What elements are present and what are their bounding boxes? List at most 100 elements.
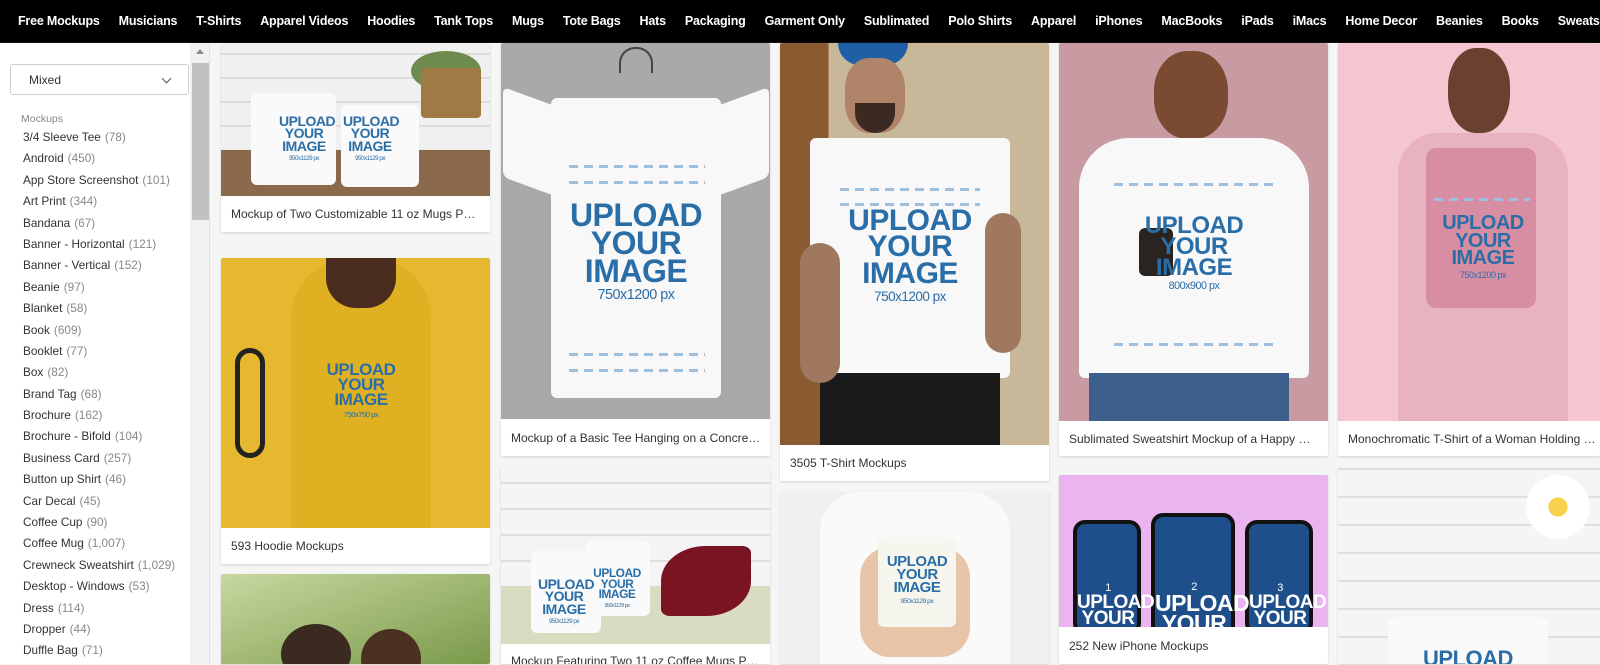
category-count: (114) (57, 600, 85, 615)
category-count: (82) (47, 365, 69, 380)
card-caption: Monochromatic T-Shirt of a Woman Holding… (1348, 432, 1596, 446)
category-item[interactable]: Banner - Vertical (152) (23, 258, 175, 279)
nav-item-packaging[interactable]: Packaging (685, 14, 746, 28)
nav-item-imacs[interactable]: iMacs (1293, 14, 1327, 28)
nav-item-mugs[interactable]: Mugs (512, 14, 544, 28)
upload-placeholder: UPLOAD YOUR IMAGE 950x1129 px (886, 553, 948, 605)
upload-placeholder: UPLOAD YOUR IMAGE 750x750 px (326, 360, 396, 419)
category-item[interactable]: Art Print (344) (23, 194, 175, 215)
category-item[interactable]: Crewneck Sweatshirt (1,029) (23, 558, 175, 579)
mockup-image: UPLOAD YOUR IMAGE 950x1129 px UPLOAD YOUR IMA… (501, 466, 770, 644)
section-label: Mockups (21, 113, 64, 125)
category-count: (162) (74, 408, 103, 423)
category-count: (71) (81, 643, 103, 658)
category-item[interactable]: App Store Screenshot (101) (23, 173, 175, 194)
sort-select[interactable]: Mixed (10, 64, 189, 95)
mockup-card[interactable]: UPLOAD YOUR IMAGE 950x1129 px UPLOAD YOUR IMA… (501, 466, 770, 664)
nav-item-apparel[interactable]: Apparel (1031, 14, 1076, 28)
category-label: Android (23, 151, 64, 166)
nav-item-t-shirts[interactable]: T-Shirts (196, 14, 241, 28)
nav-item-garment-only[interactable]: Garment Only (765, 14, 845, 28)
mockup-card[interactable]: 1 UPLOAD YOUR 2 UPLOAD YOUR 3 UPLOAD YOUR 252 … (1059, 475, 1328, 664)
category-item[interactable]: Brand Tag (68) (23, 387, 175, 408)
category-label: Business Card (23, 450, 100, 465)
category-item[interactable]: Brochure - Bifold (104) (23, 429, 175, 450)
category-label: Brochure - Bifold (23, 429, 111, 444)
category-item[interactable]: Coffee Cup (90) (23, 515, 175, 536)
category-item[interactable]: Dropper (44) (23, 622, 175, 643)
upload-placeholder: UPLOAD YOUR IMAGE 750x1200 px (569, 197, 703, 304)
category-item[interactable]: Bandana (67) (23, 216, 175, 237)
nav-item-polo-shirts[interactable]: Polo Shirts (948, 14, 1012, 28)
category-label: Booklet (23, 343, 63, 358)
mockup-card[interactable]: UPLOAD YOUR IMAGE 750x750 px 593 Hoodie Moc… (221, 258, 490, 564)
category-item[interactable]: Book (609) (23, 323, 175, 344)
nav-item-iphones[interactable]: iPhones (1095, 14, 1142, 28)
category-item[interactable]: Business Card (257) (23, 451, 175, 472)
category-item[interactable]: Coffee Mug (1,007) (23, 536, 175, 557)
category-count: (90) (86, 515, 108, 530)
category-item[interactable]: 3/4 Sleeve Tee (78) (23, 130, 175, 151)
category-item[interactable]: Beanie (97) (23, 280, 175, 301)
scroll-up-arrow-icon[interactable] (196, 49, 204, 54)
category-item[interactable]: Blanket (58) (23, 301, 175, 322)
nav-item-free-mockups[interactable]: Free Mockups (18, 14, 100, 28)
category-item[interactable]: Button up Shirt (46) (23, 472, 175, 493)
mockup-card[interactable]: UPLOAD YOUR IMAGE 950x1129 px (780, 492, 1049, 664)
nav-item-hats[interactable]: Hats (640, 14, 666, 28)
category-label: Crewneck Sweatshirt (23, 557, 134, 572)
mockup-image: UPLOAD YOUR IMAGE 800x900 px (1059, 43, 1328, 421)
mockup-image (221, 574, 490, 664)
nav-item-apparel-videos[interactable]: Apparel Videos (260, 14, 348, 28)
card-caption: Mockup of a Basic Tee Hanging on a Concr… (511, 431, 761, 445)
category-list: 3/4 Sleeve Tee (78) Android (450) App Store … (23, 130, 175, 665)
sidebar-scroll-thumb[interactable] (192, 63, 209, 220)
mockup-card[interactable]: UPLOAD YOUR IMAGE 750x1200 px 3505 T-Shirt … (780, 43, 1049, 481)
category-label: 3/4 Sleeve Tee (23, 130, 101, 144)
mockup-card[interactable]: UPLOAD YOUR IMAGE 750x1200 px Monochromatic… (1338, 43, 1600, 456)
nav-item-ipads[interactable]: iPads (1241, 14, 1274, 28)
category-item[interactable]: Android (450) (23, 151, 175, 172)
category-label: Duffle Bag (23, 643, 78, 658)
nav-item-macbooks[interactable]: MacBooks (1161, 14, 1222, 28)
category-label: Box (23, 365, 44, 380)
nav-item-beanies[interactable]: Beanies (1436, 14, 1483, 28)
nav-item-tote-bags[interactable]: Tote Bags (563, 14, 621, 28)
mockup-card[interactable]: UPLOAD YOUR IMAGE 950x1129 px UPLOAD YOUR IMA… (221, 43, 490, 232)
top-nav: Free Mockups Musicians T-Shirts Apparel Vid… (0, 0, 1600, 42)
nav-item-sublimated[interactable]: Sublimated (864, 14, 930, 28)
nav-item-home-decor[interactable]: Home Decor (1345, 14, 1417, 28)
category-item[interactable]: Box (82) (23, 365, 175, 386)
category-label: Book (23, 322, 50, 337)
mockup-image: UPLOAD YOUR IMAGE 950x1129 px UPLOAD YOUR IMA… (221, 43, 490, 196)
card-caption: Mockup of Two Customizable 11 oz Mugs Pl… (231, 207, 476, 221)
mockup-card[interactable]: UPLOAD YOUR IMAGE 800x900 px Sublimated Swe… (1059, 43, 1328, 456)
nav-item-books[interactable]: Books (1502, 14, 1539, 28)
category-item[interactable]: Desktop - Windows (53) (23, 579, 175, 600)
category-label: Coffee Mug (23, 536, 84, 551)
mockup-card[interactable]: UPLOAD (1338, 467, 1600, 664)
category-item[interactable]: Dress (114) (23, 601, 175, 622)
category-item[interactable]: Duffle Bag (71) (23, 643, 175, 664)
mockup-card[interactable]: UPLOAD YOUR IMAGE 750x1200 px Mockup of a B… (501, 43, 770, 456)
mockup-image: UPLOAD YOUR IMAGE 750x1200 px (501, 43, 770, 419)
upload-placeholder: UPLOAD YOUR IMAGE 950x1129 px (343, 113, 400, 162)
card-caption: Mockup Featuring Two 11 oz Coffee Mugs P… (511, 654, 761, 664)
category-item[interactable]: Car Decal (45) (23, 494, 175, 515)
category-item[interactable]: Brochure (162) (23, 408, 175, 429)
category-count: (121) (128, 236, 157, 251)
category-label: Blanket (23, 301, 63, 316)
nav-item-musicians[interactable]: Musicians (119, 14, 178, 28)
nav-item-hoodies[interactable]: Hoodies (367, 14, 415, 28)
nav-item-sweatshirts[interactable]: Sweatshirts (1558, 14, 1600, 28)
category-item[interactable]: Booklet (77) (23, 344, 175, 365)
category-label: Dropper (23, 621, 66, 636)
card-caption: Sublimated Sweatshirt Mockup of a Happy … (1069, 432, 1319, 446)
category-count: (104) (114, 429, 143, 444)
category-label: Button up Shirt (23, 472, 102, 487)
category-count: (44) (69, 621, 91, 636)
mockup-card[interactable] (221, 574, 490, 664)
nav-item-tank-tops[interactable]: Tank Tops (434, 14, 493, 28)
category-item[interactable]: Banner - Horizontal (121) (23, 237, 175, 258)
card-caption: 593 Hoodie Mockups (231, 539, 344, 553)
